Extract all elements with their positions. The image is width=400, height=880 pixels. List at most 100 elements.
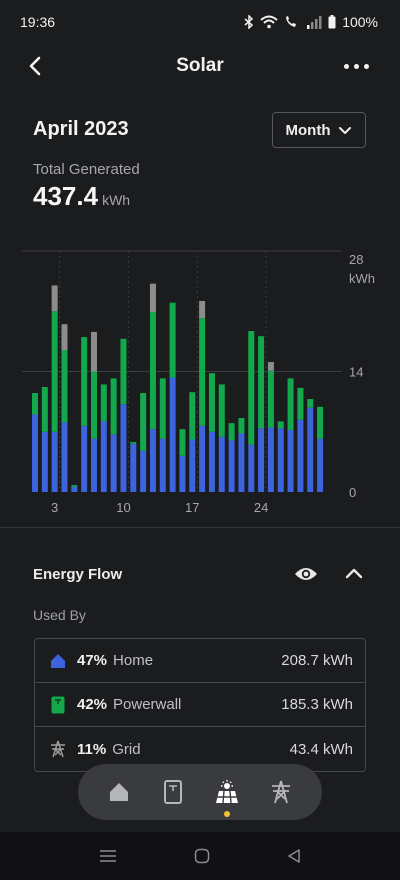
recent-apps-icon[interactable] bbox=[99, 849, 117, 863]
chart-bar-home-day-30 bbox=[317, 438, 324, 492]
chart-bar-powerwall-day-2 bbox=[41, 386, 48, 432]
chevron-up-icon bbox=[345, 568, 363, 579]
back-button[interactable] bbox=[24, 54, 48, 78]
chart-bar-powerwall-day-3 bbox=[51, 311, 58, 432]
chart-bar-powerwall-day-8 bbox=[100, 384, 107, 422]
visibility-toggle-button[interactable] bbox=[294, 563, 318, 585]
chart-y-tick-label: 0 bbox=[349, 485, 356, 500]
used-by-label: Used By bbox=[33, 607, 86, 623]
chart-bar-home-day-10 bbox=[120, 404, 127, 492]
bluetooth-icon bbox=[244, 15, 254, 29]
total-value-number: 437.4 bbox=[33, 181, 99, 211]
grid-tower-icon bbox=[49, 740, 67, 758]
flow-row-home[interactable]: 47% Home 208.7 kWh bbox=[35, 639, 365, 683]
solar-panel-icon bbox=[216, 780, 238, 804]
chart-bar-powerwall-day-28 bbox=[297, 387, 304, 420]
home-icon bbox=[49, 652, 67, 670]
chart-bar-home-day-23 bbox=[248, 444, 255, 492]
chart-bar-grid-day-18 bbox=[199, 300, 206, 319]
chart-bar-powerwall-day-23 bbox=[248, 331, 255, 445]
flow-name: Grid bbox=[112, 740, 141, 758]
total-generated-value: 437.4 kWh bbox=[33, 181, 130, 212]
nav-home-button[interactable] bbox=[104, 777, 134, 807]
chart-bar-home-day-18 bbox=[199, 425, 206, 492]
chart-bar-home-day-26 bbox=[277, 428, 284, 492]
more-dot-icon bbox=[344, 63, 349, 69]
active-indicator-dot bbox=[224, 811, 230, 817]
chart-bar-powerwall-day-30 bbox=[317, 406, 324, 439]
range-dropdown[interactable]: Month bbox=[272, 112, 366, 148]
chart-bar-powerwall-day-17 bbox=[189, 392, 196, 440]
chart-bar-grid-day-25 bbox=[267, 362, 274, 371]
chart-bar-powerwall-day-15 bbox=[169, 302, 176, 378]
page-title: Solar bbox=[176, 55, 224, 76]
flow-percent: 47% bbox=[77, 652, 108, 669]
status-bar: 19:36 100% bbox=[0, 0, 400, 44]
chart-bar-powerwall-day-13 bbox=[149, 312, 156, 430]
more-options-button[interactable] bbox=[344, 56, 372, 76]
home-circle-icon[interactable] bbox=[194, 848, 210, 864]
back-arrow-icon bbox=[29, 56, 41, 76]
chart-bar-home-day-25 bbox=[267, 427, 274, 492]
signal-icon bbox=[307, 16, 322, 29]
chart-bar-powerwall-day-27 bbox=[287, 378, 294, 431]
chart-bar-home-day-8 bbox=[100, 421, 107, 492]
chart-bar-powerwall-day-10 bbox=[120, 338, 127, 405]
chart-bar-home-day-11 bbox=[130, 443, 137, 492]
chart-bar-home-day-24 bbox=[258, 428, 265, 492]
header: Solar bbox=[0, 44, 400, 88]
chart-bar-home-day-3 bbox=[51, 431, 58, 492]
period-title: April 2023 bbox=[33, 118, 129, 140]
chart-bar-home-day-21 bbox=[228, 440, 235, 492]
chart-bar-home-day-9 bbox=[110, 434, 117, 492]
chart-bar-grid-day-4 bbox=[61, 324, 68, 350]
chart-bar-powerwall-day-14 bbox=[159, 378, 166, 439]
chart-bar-home-day-20 bbox=[218, 436, 225, 492]
chart-bar-grid-day-3 bbox=[51, 285, 58, 312]
chart-bar-home-day-4 bbox=[61, 422, 68, 492]
chart-bar-home-day-16 bbox=[179, 455, 186, 492]
chart-bar-home-day-28 bbox=[297, 419, 304, 492]
chart-bar-home-day-27 bbox=[287, 430, 294, 492]
chart-bar-powerwall-day-5 bbox=[71, 485, 78, 487]
chart-bar-powerwall-day-6 bbox=[81, 337, 88, 426]
chart-bar-powerwall-day-1 bbox=[32, 393, 38, 415]
chart-bar-powerwall-day-29 bbox=[307, 399, 314, 408]
chart-bar-powerwall-day-26 bbox=[277, 421, 284, 429]
chart-bar-powerwall-day-21 bbox=[228, 423, 235, 441]
chart-bar-grid-day-7 bbox=[90, 331, 97, 372]
eye-icon bbox=[295, 568, 317, 580]
chart-bar-powerwall-day-22 bbox=[238, 417, 245, 434]
chart-bar-home-day-12 bbox=[140, 450, 147, 492]
chart-bar-home-day-29 bbox=[307, 407, 314, 492]
chart-y-tick-label: 14 bbox=[349, 365, 363, 380]
energy-flow-table: 47% Home 208.7 kWh 42% Powerwall 185.3 k… bbox=[34, 638, 366, 772]
flow-value: 43.4 kWh bbox=[289, 740, 353, 758]
collapse-button[interactable] bbox=[344, 563, 364, 585]
flow-value: 208.7 kWh bbox=[281, 652, 353, 669]
grid-tower-icon bbox=[272, 780, 290, 804]
bottom-nav bbox=[78, 764, 322, 820]
chart-bar-home-day-13 bbox=[149, 429, 156, 492]
flow-row-powerwall[interactable]: 42% Powerwall 185.3 kWh bbox=[35, 683, 365, 727]
chart-bar-home-day-14 bbox=[159, 438, 166, 492]
powerwall-icon bbox=[49, 696, 67, 714]
chart-bar-powerwall-day-4 bbox=[61, 349, 68, 423]
nav-powerwall-button[interactable] bbox=[158, 777, 188, 807]
nav-solar-button[interactable] bbox=[212, 777, 242, 817]
flow-percent: 11% bbox=[77, 740, 107, 758]
chart-bar-grid-day-13 bbox=[149, 283, 156, 313]
status-icons: 100% bbox=[244, 14, 378, 30]
wifi-icon bbox=[260, 15, 278, 29]
chart-bar-powerwall-day-18 bbox=[199, 318, 206, 426]
chart-bar-powerwall-day-25 bbox=[267, 370, 274, 428]
nav-grid-button[interactable] bbox=[266, 777, 296, 807]
solar-chart[interactable]: 3 10 17 24 28 14 0 kWh bbox=[0, 240, 400, 520]
chart-bar-home-day-19 bbox=[208, 431, 215, 492]
flow-value: 185.3 kWh bbox=[281, 696, 353, 713]
range-dropdown-label: Month bbox=[285, 121, 331, 139]
powerwall-icon bbox=[164, 780, 182, 804]
chart-bar-home-day-2 bbox=[41, 431, 48, 492]
battery-icon bbox=[328, 15, 336, 29]
back-triangle-icon[interactable] bbox=[287, 848, 301, 864]
